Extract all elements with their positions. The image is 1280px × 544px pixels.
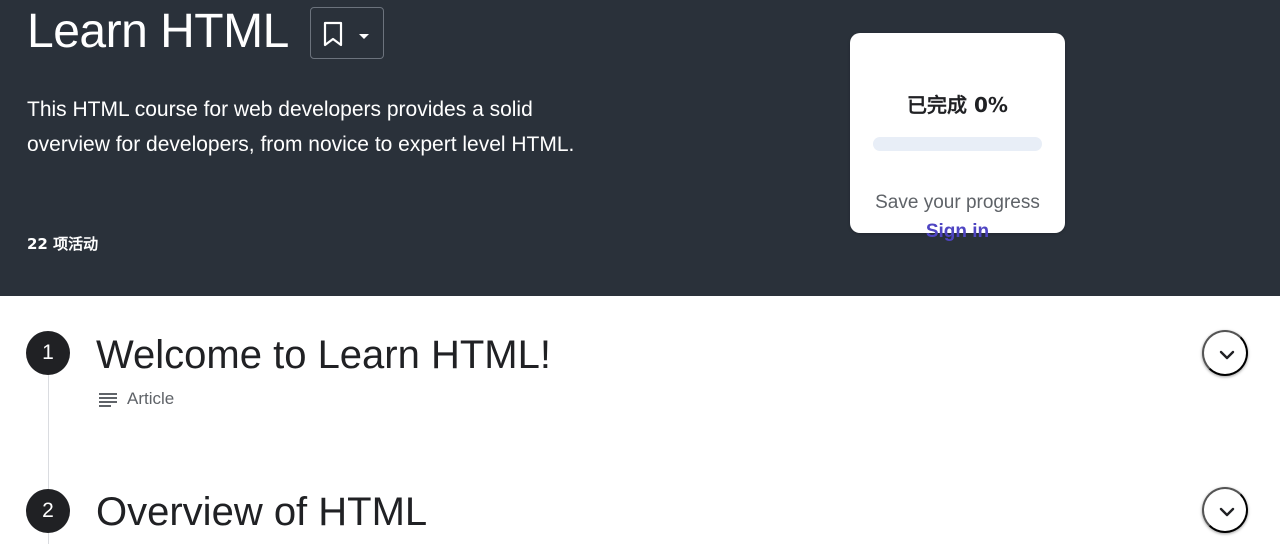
step-number-badge: 1	[26, 331, 70, 375]
step-title[interactable]: Welcome to Learn HTML!	[96, 331, 551, 379]
sign-in-link[interactable]: Sign in	[850, 221, 1065, 243]
step-type-label: Article	[127, 389, 175, 408]
course-header: Learn HTML This HTML course for web deve…	[0, 0, 1280, 296]
chevron-down-icon	[1219, 350, 1235, 360]
chevron-down-icon	[1219, 507, 1235, 517]
expand-step-button[interactable]	[1202, 330, 1248, 376]
expand-step-button[interactable]	[1202, 487, 1248, 533]
activity-count: 22 项活动	[27, 235, 99, 253]
bookmark-icon	[322, 21, 344, 50]
progress-bar	[873, 137, 1042, 151]
save-progress-text: Save your progress	[875, 192, 1040, 213]
bookmark-button[interactable]	[310, 7, 384, 59]
course-title: Learn HTML	[27, 5, 289, 58]
caret-down-icon	[358, 29, 370, 44]
course-description: This HTML course for web developers prov…	[27, 98, 575, 156]
step-number-badge: 2	[26, 489, 70, 533]
progress-label: 已完成 0%	[907, 93, 1008, 117]
article-icon	[98, 391, 118, 414]
progress-card: 已完成 0% Save your progress Sign in	[850, 33, 1065, 242]
step-title[interactable]: Overview of HTML	[96, 488, 427, 536]
